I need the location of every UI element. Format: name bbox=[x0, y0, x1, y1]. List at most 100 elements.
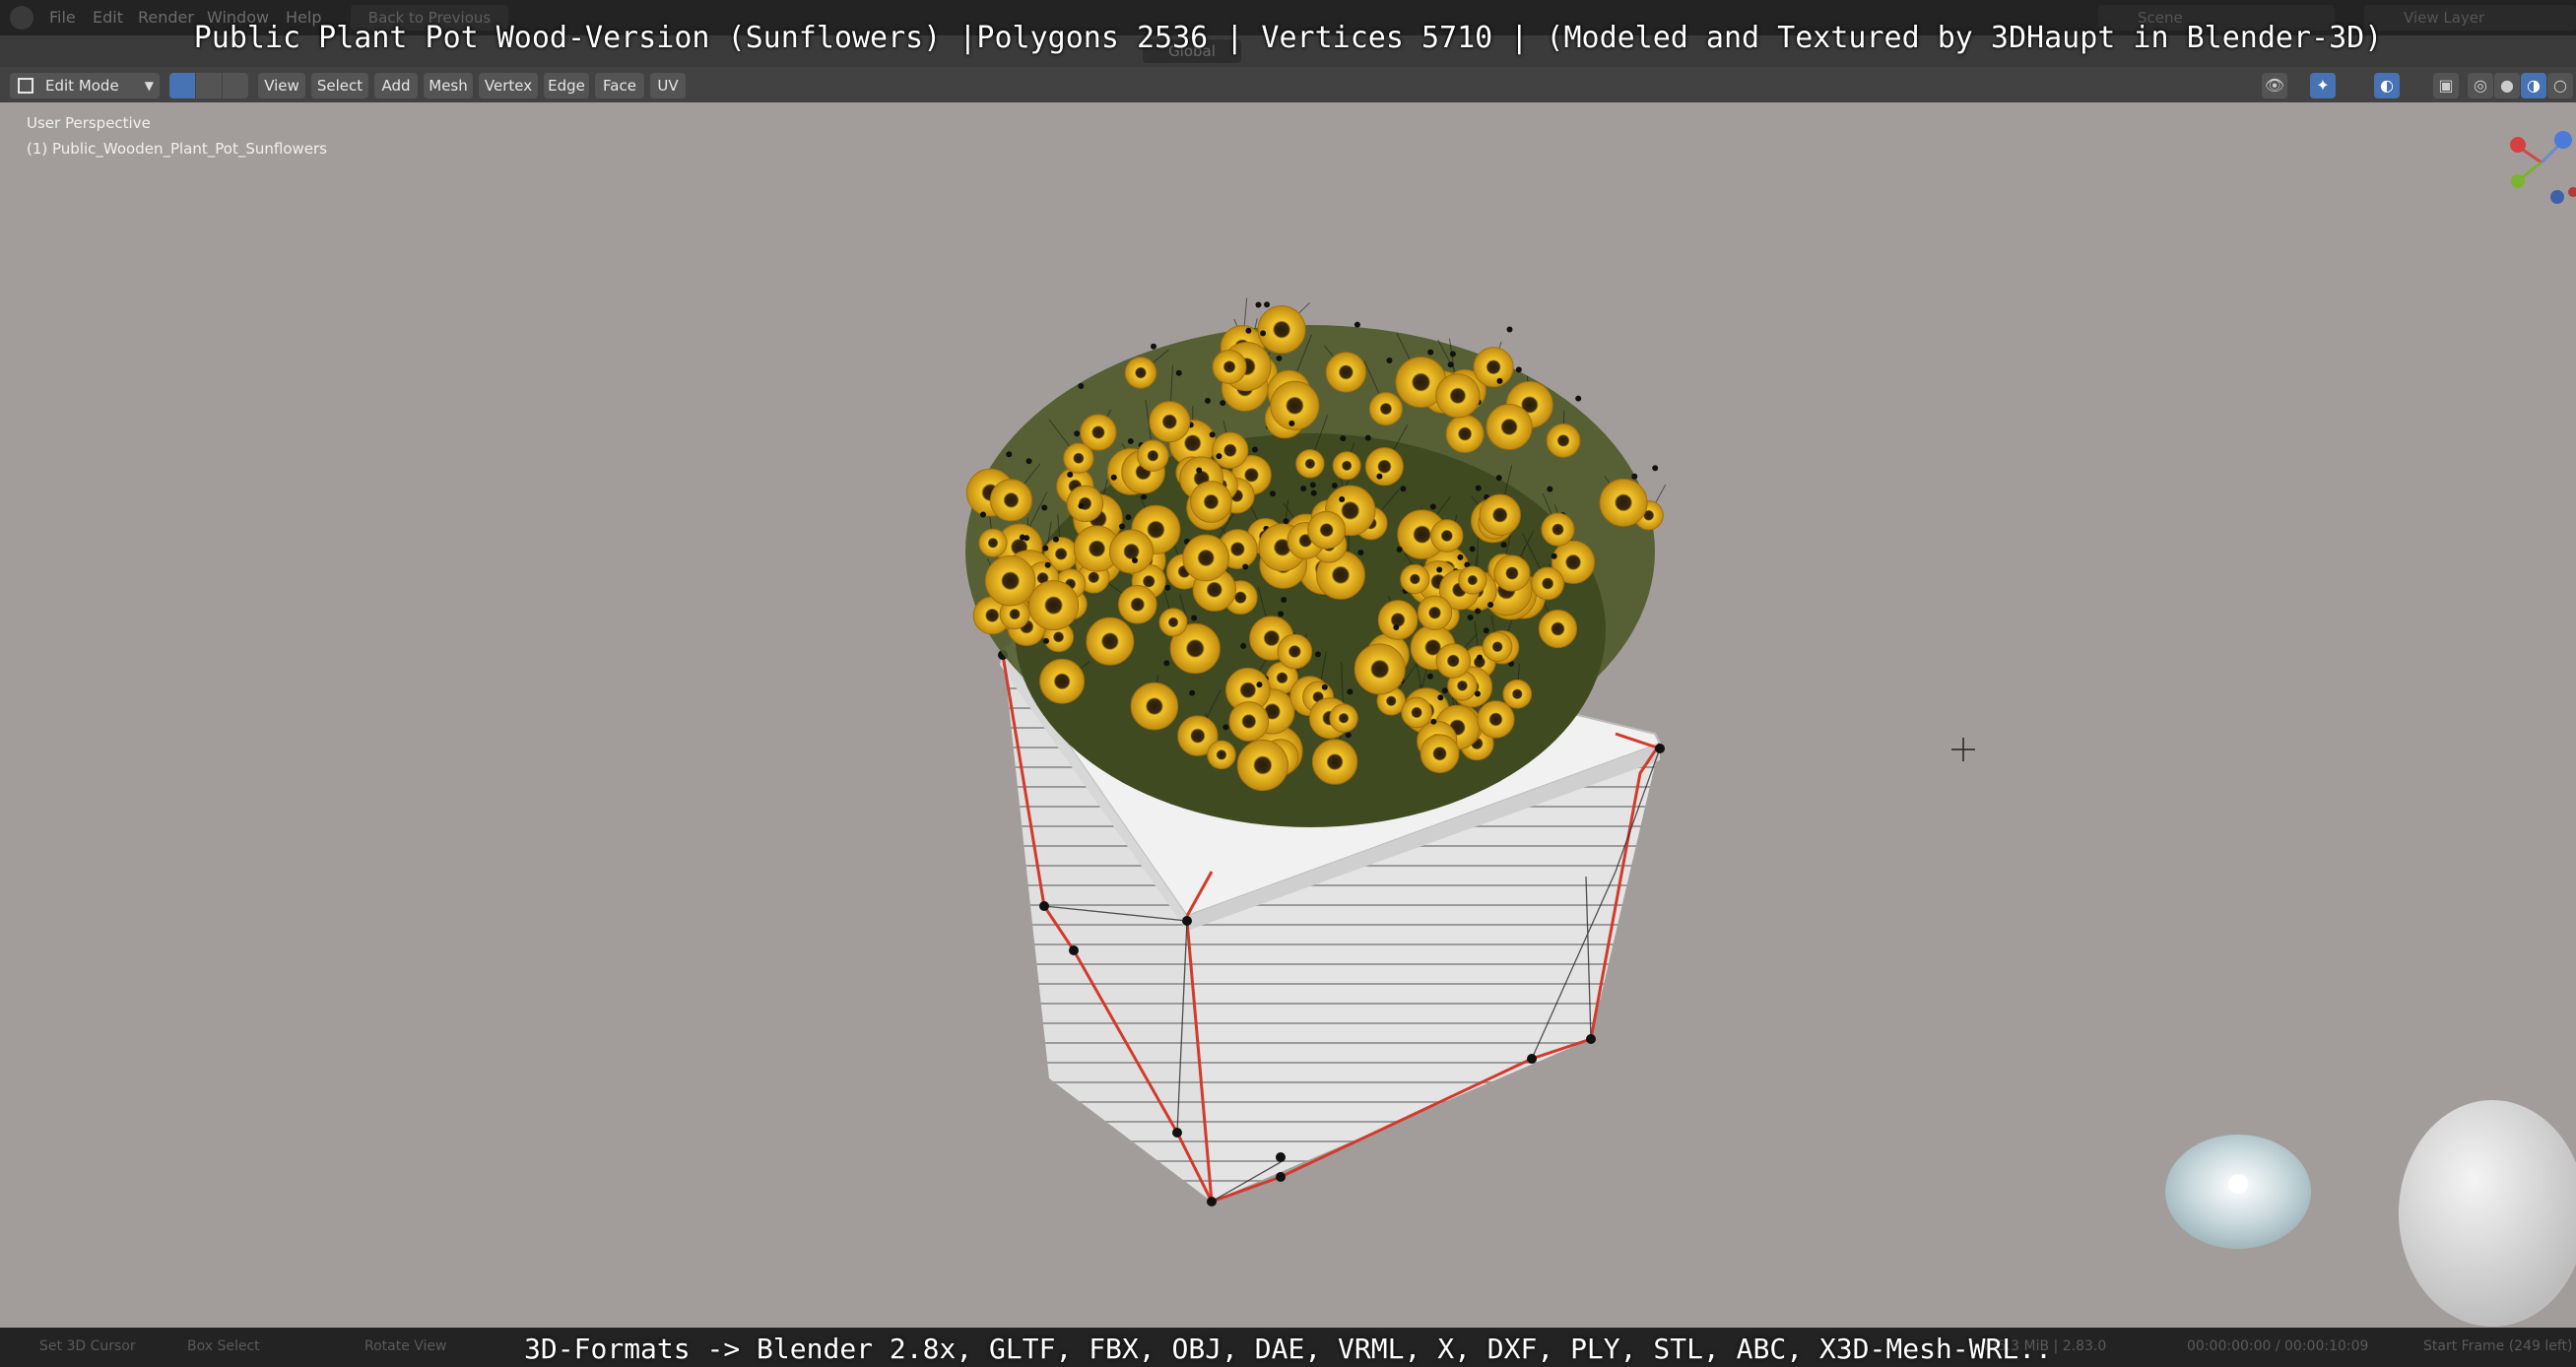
sunflower-head bbox=[1311, 739, 1358, 785]
mesh-vertex bbox=[1551, 553, 1557, 559]
sunflower-head bbox=[1257, 305, 1306, 355]
formats-caption: 3D-Formats -> Blender 2.8x, GLTF, FBX, O… bbox=[524, 1332, 2052, 1365]
x-axis-icon[interactable] bbox=[2510, 137, 2526, 153]
sunflower-head bbox=[1546, 423, 1581, 458]
mesh-vertex bbox=[1437, 694, 1444, 701]
sunflower-head bbox=[1435, 643, 1471, 679]
mesh-vertex bbox=[1025, 458, 1032, 465]
mesh-vertex bbox=[1430, 718, 1437, 725]
sunflower-head bbox=[1458, 565, 1487, 595]
sunflower-head bbox=[1479, 493, 1521, 537]
mesh-vertex bbox=[1652, 465, 1659, 472]
mesh-vertex bbox=[1339, 495, 1346, 502]
mesh-vertex bbox=[1506, 326, 1513, 333]
mesh-vertex bbox=[1240, 642, 1247, 649]
sunflower-head bbox=[1124, 357, 1157, 389]
mesh-vertex bbox=[1216, 453, 1222, 460]
mesh-vertex bbox=[1457, 553, 1464, 560]
mesh-vertex bbox=[1300, 485, 1307, 491]
mesh-vertex bbox=[1345, 732, 1352, 739]
sunflower-head bbox=[1277, 633, 1313, 670]
z-axis-icon[interactable] bbox=[2554, 131, 2572, 149]
mesh-vertex bbox=[1151, 343, 1157, 350]
mesh-vertex bbox=[1132, 557, 1139, 564]
mesh-vertex bbox=[1449, 351, 1456, 358]
mesh-vertex bbox=[1220, 400, 1226, 407]
sunflower-head bbox=[1028, 580, 1080, 631]
sunflower-head bbox=[1325, 352, 1367, 393]
mesh-vertex bbox=[1245, 327, 1252, 334]
sunflower-head bbox=[1190, 481, 1232, 523]
mesh-vertex bbox=[1487, 602, 1494, 609]
sunflower-head bbox=[1307, 510, 1347, 550]
y-axis-icon[interactable] bbox=[2511, 174, 2525, 188]
mesh-vertex bbox=[1357, 549, 1364, 555]
sunflower-head bbox=[1502, 679, 1533, 709]
mesh-vertex bbox=[1264, 301, 1271, 308]
mesh-vertex bbox=[1429, 503, 1436, 510]
sunflower-head bbox=[1377, 600, 1419, 640]
mesh-vertex bbox=[979, 511, 986, 518]
mesh-vertex bbox=[1364, 434, 1371, 441]
sunflower-head bbox=[1207, 740, 1236, 770]
mesh-vertex bbox=[1575, 395, 1582, 402]
sunflower-head bbox=[1538, 609, 1578, 649]
mesh-vertex bbox=[1309, 482, 1316, 488]
sunflower-head bbox=[1400, 563, 1430, 595]
mesh-vertex bbox=[1163, 660, 1170, 667]
crosshair-cursor-icon bbox=[1951, 738, 1975, 761]
mesh-vertex bbox=[1209, 431, 1216, 438]
mesh-vertex bbox=[1044, 561, 1051, 568]
mesh-vertex bbox=[1631, 473, 1638, 480]
sunflower-head bbox=[1158, 608, 1188, 637]
sunflower-head bbox=[1332, 451, 1361, 481]
mesh-vertex bbox=[1078, 382, 1085, 389]
mesh-vertex bbox=[1496, 377, 1503, 384]
mesh-vertex bbox=[1475, 485, 1482, 491]
sunflower-head bbox=[1086, 617, 1135, 666]
mesh-vertex bbox=[1255, 301, 1262, 308]
mesh-vertex bbox=[1354, 321, 1360, 328]
mesh-vertex bbox=[1222, 724, 1229, 731]
sunflower-head bbox=[1182, 534, 1230, 582]
mesh-vertex bbox=[1483, 627, 1489, 634]
mesh-vertex bbox=[1475, 608, 1482, 615]
sunflower-head bbox=[1486, 403, 1533, 450]
mesh-vertex bbox=[1467, 614, 1474, 620]
mesh-vertex bbox=[1477, 654, 1484, 661]
mesh-vertex bbox=[1396, 546, 1403, 553]
sunflower-head bbox=[1368, 392, 1403, 426]
sunflower-head bbox=[1445, 415, 1485, 454]
sunflower-head bbox=[1117, 584, 1157, 624]
sunflower-head bbox=[1130, 682, 1179, 731]
mesh-vertex bbox=[1441, 687, 1448, 694]
mesh-vertex bbox=[1515, 366, 1522, 373]
sunflower-head bbox=[1493, 554, 1531, 592]
viewport-3d-scene[interactable] bbox=[0, 0, 2576, 1367]
sunflower-head bbox=[1420, 734, 1460, 774]
mesh-vertex bbox=[1500, 542, 1507, 549]
mesh-vertex bbox=[1474, 690, 1481, 697]
mesh-vertex bbox=[1376, 473, 1383, 480]
sunflower-head bbox=[1541, 512, 1575, 547]
mesh-vertex bbox=[1141, 493, 1148, 500]
sunflower-head bbox=[1473, 347, 1514, 388]
sunflower-head bbox=[1212, 431, 1249, 469]
mesh-vertex bbox=[1393, 623, 1400, 630]
sunflower-head bbox=[1066, 485, 1104, 523]
mesh-vertex bbox=[1278, 611, 1285, 618]
navigation-gizmo[interactable] bbox=[2502, 118, 2576, 217]
mesh-vertex bbox=[1400, 486, 1407, 492]
mesh-vertex bbox=[1276, 355, 1283, 361]
sunflower-head bbox=[1228, 701, 1270, 742]
mesh-vertex bbox=[1042, 637, 1049, 644]
sunflower-head bbox=[1039, 658, 1086, 704]
mesh-vertex bbox=[1256, 682, 1263, 688]
sunflower-head bbox=[1401, 696, 1432, 729]
sunflower-head bbox=[1531, 566, 1564, 601]
mesh-vertex bbox=[1281, 596, 1288, 603]
mesh-vertex bbox=[1283, 518, 1289, 525]
sunflower-head bbox=[989, 479, 1033, 522]
mesh-vertex bbox=[1495, 475, 1502, 482]
mesh-vertex bbox=[1041, 504, 1048, 511]
